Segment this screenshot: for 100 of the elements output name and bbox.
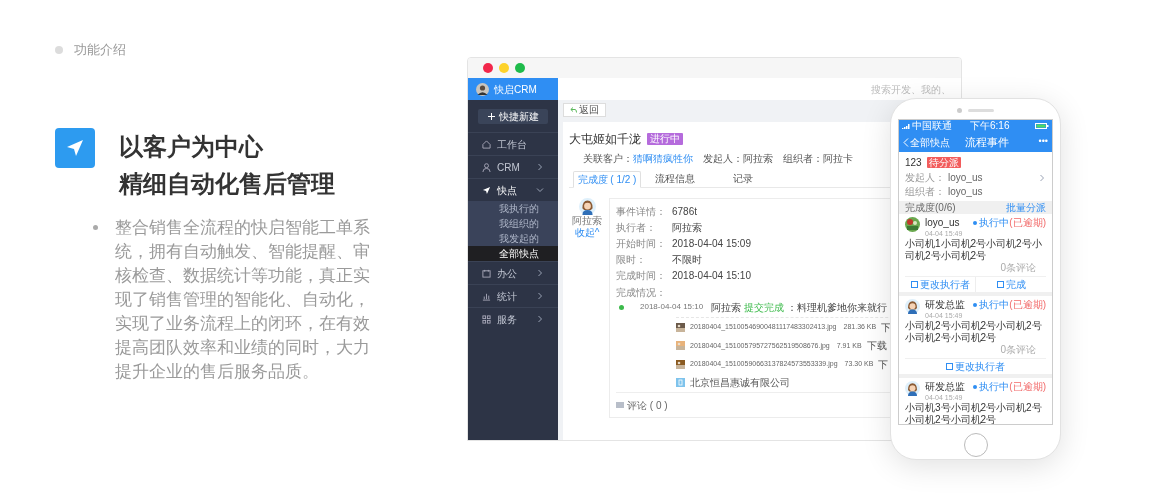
progress-label: 完成度(0/6) xyxy=(905,201,956,215)
detail-value: 不限时 xyxy=(672,253,702,268)
field-value: loyo_us xyxy=(948,185,984,198)
avatar-icon xyxy=(905,299,920,314)
maximize-window-icon[interactable] xyxy=(515,63,525,73)
sidebar-item[interactable]: 办公 xyxy=(468,262,558,284)
chevron-left-icon xyxy=(903,137,909,147)
timeline-note: ：料理机爹地你来就行 xyxy=(787,300,888,315)
timeline-time: 2018-04-04 15:10 xyxy=(640,301,704,313)
send-icon xyxy=(55,127,95,168)
timeline-action: 提交完成 xyxy=(744,300,785,315)
sidebar-item[interactable]: 工作台 xyxy=(468,133,558,155)
section-label: 功能介绍 xyxy=(74,41,126,59)
camera-icon xyxy=(957,107,962,113)
more-button[interactable]: ••• xyxy=(1018,135,1048,149)
detail-label: 执行者： xyxy=(616,220,657,235)
card-text: 小司机3号小司机2号小司机2号小司机2号小司机2号 xyxy=(905,402,1043,424)
overdue-label: (已逾期) xyxy=(1009,217,1046,229)
status-badge: 待分派 xyxy=(926,157,961,168)
detail-label: 事件详情： xyxy=(616,204,667,219)
download-link[interactable]: 下 xyxy=(878,356,889,372)
back-arrow-icon xyxy=(570,107,577,113)
submenu-item[interactable]: 我执行的 xyxy=(468,201,558,216)
field-label: 组织者： xyxy=(905,185,945,198)
back-button[interactable]: 返回 xyxy=(563,103,606,117)
sidebar-item[interactable]: CRM xyxy=(468,156,558,178)
card-text: 小司机2号小司机2号小司机2号小司机2号小司机2号 xyxy=(905,320,1043,344)
detail-value: 2018-04-04 15:09 xyxy=(672,237,751,251)
collapse-link[interactable]: 收起^ xyxy=(574,227,600,239)
feature-title: 以客户为中心 xyxy=(119,131,264,162)
timeline-actor: 阿拉索 xyxy=(711,300,742,315)
tab[interactable]: 完成度 ( 1/2 ) xyxy=(573,171,641,188)
download-link[interactable]: 下 xyxy=(881,319,892,335)
sidebar-item[interactable]: 统计 xyxy=(468,285,558,307)
status-label: 执行中 xyxy=(979,217,1010,229)
feature-description: 整合销售全流程的快启智能工单系统，拥有自动触发、智能提醒、审核检查、数据统计等功能，真正实现了销售管理的智能化、自动化，实现了业务流程上的闭环，在有效提高团队效率和业绩的同时，大力提升企业的售后服务品质。 xyxy=(115,216,371,383)
battery-icon xyxy=(1035,123,1049,129)
submenu-item[interactable]: 我发起的 xyxy=(468,231,558,246)
chevron-right-icon xyxy=(536,315,544,323)
tab[interactable]: 记录 xyxy=(709,171,777,188)
chevron-down-icon xyxy=(536,186,544,194)
sidebar-item[interactable]: 服务 xyxy=(468,308,558,330)
grid-icon xyxy=(482,314,491,324)
status-label: 执行中 xyxy=(979,299,1010,311)
sidebar-item[interactable]: 快点 xyxy=(468,179,558,201)
customer-link[interactable]: 猜啊猜疯牲你 xyxy=(633,151,693,166)
brand-name: 快启CRM xyxy=(494,82,537,97)
detail-value: 阿拉索 xyxy=(672,220,702,235)
assignee-name: 研发总监 xyxy=(925,381,966,393)
company-name: 北京恒昌惠诚有限公司 xyxy=(690,376,790,391)
avatar-icon xyxy=(578,198,596,215)
comments-count: 评论 ( 0 ) xyxy=(627,399,668,413)
chevron-right-icon xyxy=(1038,173,1046,182)
status-label: 执行中 xyxy=(979,381,1010,393)
meta-value: 阿拉索 xyxy=(743,152,773,166)
detail-value: 2018-04-04 15:10 xyxy=(672,269,751,284)
screen-title: 流程事件 xyxy=(963,134,1010,150)
card-action-button[interactable]: 更改执行者 xyxy=(905,277,975,292)
home-icon xyxy=(482,139,491,149)
overdue-label: (已逾期) xyxy=(1009,299,1046,311)
meta-label: 组织者： xyxy=(783,152,823,166)
meta-label: 关联客户： xyxy=(583,152,633,166)
card-action-button[interactable]: 更改执行者 xyxy=(905,359,1046,374)
chevron-right-icon xyxy=(536,292,544,300)
close-window-icon[interactable] xyxy=(483,63,493,73)
meta-label: 发起人： xyxy=(703,152,743,166)
minimize-window-icon[interactable] xyxy=(499,63,509,73)
comment-count: 0条评论 xyxy=(1000,262,1037,274)
back-link[interactable]: 全部快点 xyxy=(903,134,955,150)
detail-label: 完成情况： xyxy=(616,286,667,300)
detail-label: 完成时间： xyxy=(616,269,667,284)
avatar-icon xyxy=(905,381,920,396)
feature-title: 精细自动化售后管理 xyxy=(119,168,335,199)
reassign-icon xyxy=(910,281,918,288)
download-link[interactable]: 下载 xyxy=(866,338,887,354)
detail-label: 开始时间： xyxy=(616,237,667,251)
detail-value: 6786t xyxy=(672,204,698,219)
carrier-name: 中国联通 xyxy=(912,120,952,132)
chevron-right-icon xyxy=(536,269,544,277)
signal-icon xyxy=(902,123,910,129)
submenu-item[interactable]: 我组织的 xyxy=(468,216,558,231)
search-field[interactable]: 搜索开发、我的、 xyxy=(871,82,957,96)
status-badge: 进行中 xyxy=(647,133,683,145)
assignee-name: 研发总监 xyxy=(925,299,966,311)
plus-icon xyxy=(487,113,495,120)
building-icon xyxy=(676,378,685,388)
status-time: 下午6:16 xyxy=(970,120,1011,132)
overdue-label: (已逾期) xyxy=(1009,381,1046,393)
detail-label: 限时： xyxy=(616,253,647,268)
assignee-name: loyo_us xyxy=(925,217,961,229)
meta-value: 阿拉卡 xyxy=(823,152,853,166)
tab[interactable]: 流程信息 xyxy=(641,171,709,188)
document-icon xyxy=(996,281,1004,288)
submenu-item[interactable]: 全部快点 xyxy=(468,246,558,261)
quick-new-button[interactable]: 快捷新建 xyxy=(478,109,548,124)
reassign-icon xyxy=(946,363,953,370)
speaker-icon xyxy=(968,108,994,112)
person-icon xyxy=(482,162,491,172)
card-action-button[interactable]: 完成 xyxy=(975,277,1046,292)
card-text: 小司机1小司机2号小司机2号小司机2号小司机2号 xyxy=(905,238,1043,262)
